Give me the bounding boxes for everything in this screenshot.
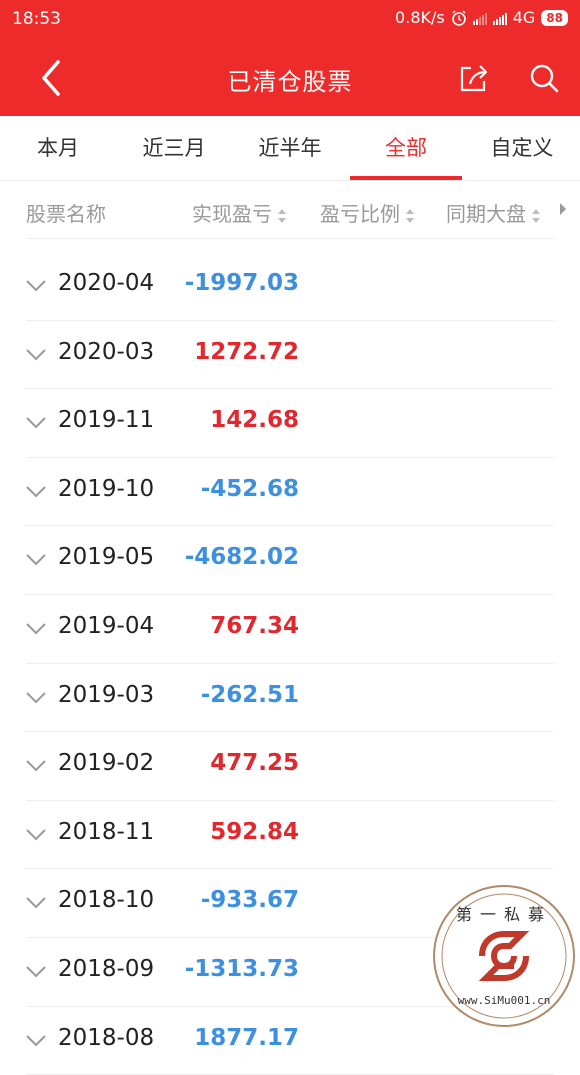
col-pnl-ratio-label: 盈亏比例 [320,202,400,226]
column-header: 股票名称 实现盈亏 盈亏比例 同期大盘 [0,182,580,238]
alarm-icon [451,10,466,26]
list-item[interactable]: 2019-03 -262.51 [26,664,554,733]
list-item[interactable]: 2019-10 -452.68 [26,458,554,527]
row-realized-pnl: -933.67 [200,887,299,914]
period-tabs: 本月 近三月 近半年 全部 自定义 [0,116,580,181]
app-bar: 18:53 0.8K/s 4G 88 已清仓股票 [0,0,580,116]
list-item[interactable]: 2019-05 -4682.02 [26,526,554,595]
row-realized-pnl: 142.68 [210,407,299,434]
row-date: 2018-11 [58,818,155,845]
col-market-period-label: 同期大盘 [446,202,526,226]
tab-half-year[interactable]: 近半年 [244,116,336,180]
row-date: 2019-11 [58,407,155,434]
col-realized-pnl-label: 实现盈亏 [192,202,272,226]
chevron-down-icon[interactable] [26,417,46,429]
row-date: 2020-03 [58,338,155,365]
chevron-down-icon[interactable] [26,486,46,498]
row-realized-pnl: -1313.73 [184,955,299,982]
status-time: 18:53 [12,9,61,29]
page-title: 已清仓股票 [227,68,353,96]
list-item[interactable]: 2018-11 592.84 [26,801,554,870]
divider [26,238,554,239]
chevron-down-icon[interactable] [26,691,46,704]
list-item[interactable]: 2020-04 -1997.03 [26,252,554,321]
chevron-down-icon[interactable] [26,554,46,566]
row-date: 2018-08 [58,1024,155,1051]
watermark-top-text: 第一私募 [456,905,552,924]
share-icon[interactable] [458,62,490,94]
nav-bar: 已清仓股票 [0,40,580,116]
row-date: 2019-03 [58,681,155,708]
status-right: 0.8K/s 4G 88 [395,8,568,27]
signal-icon-2 [492,11,507,25]
row-realized-pnl: 477.25 [210,750,299,777]
network-type: 4G [512,8,536,27]
row-date: 2019-04 [58,612,155,639]
chevron-down-icon[interactable] [26,1034,46,1047]
sort-icon [532,208,540,223]
row-realized-pnl: 1272.72 [194,338,299,365]
row-date: 2020-04 [58,270,155,296]
chevron-down-icon[interactable] [26,623,46,635]
row-date: 2018-09 [58,955,155,982]
status-bar: 18:53 0.8K/s 4G 88 [0,0,580,40]
row-date: 2019-10 [58,475,155,502]
search-icon[interactable] [528,62,560,94]
row-date: 2018-10 [58,887,155,914]
row-realized-pnl: 1877.17 [194,1024,299,1051]
list-item[interactable]: 2019-02 477.25 [26,732,554,801]
col-market-period[interactable]: 同期大盘 [446,198,541,227]
tab-custom[interactable]: 自定义 [476,116,568,180]
row-date: 2019-02 [58,750,155,777]
chevron-down-icon[interactable] [26,760,46,772]
row-realized-pnl: 767.34 [210,612,299,639]
tab-this-month[interactable]: 本月 [14,116,102,180]
row-realized-pnl: -4682.02 [184,544,299,571]
sort-icon [278,208,286,223]
chevron-down-icon[interactable] [26,897,46,909]
chevron-down-icon[interactable] [26,280,46,292]
col-pnl-ratio[interactable]: 盈亏比例 [320,198,415,227]
row-realized-pnl: 592.84 [210,818,299,845]
scroll-right-icon[interactable] [558,202,568,216]
watermark-bottom-text: www.SiMu001.cn [458,994,551,1007]
chevron-down-icon[interactable] [26,966,46,978]
watermark-seal: 第一私募 www.SiMu001.cn [433,885,575,1027]
row-realized-pnl: -452.68 [200,475,299,502]
list-item[interactable]: 2020-03 1272.72 [26,321,554,390]
active-tab-indicator [350,176,462,180]
chevron-down-icon[interactable] [26,829,46,841]
col-stock-name: 股票名称 [26,202,106,226]
signal-icon-1 [472,11,487,25]
tab-three-months[interactable]: 近三月 [128,116,220,180]
row-realized-pnl: -1997.03 [184,270,299,296]
chevron-down-icon[interactable] [26,348,46,361]
network-speed: 0.8K/s [395,8,445,27]
list-item[interactable]: 2019-04 767.34 [26,595,554,664]
row-realized-pnl: -262.51 [200,681,299,708]
tab-all[interactable]: 全部 [350,116,462,180]
sort-icon [406,208,414,223]
row-date: 2019-05 [58,544,155,571]
list-item[interactable]: 2019-11 142.68 [26,389,554,458]
col-realized-pnl[interactable]: 实现盈亏 [192,198,287,227]
battery-icon: 88 [541,9,568,26]
